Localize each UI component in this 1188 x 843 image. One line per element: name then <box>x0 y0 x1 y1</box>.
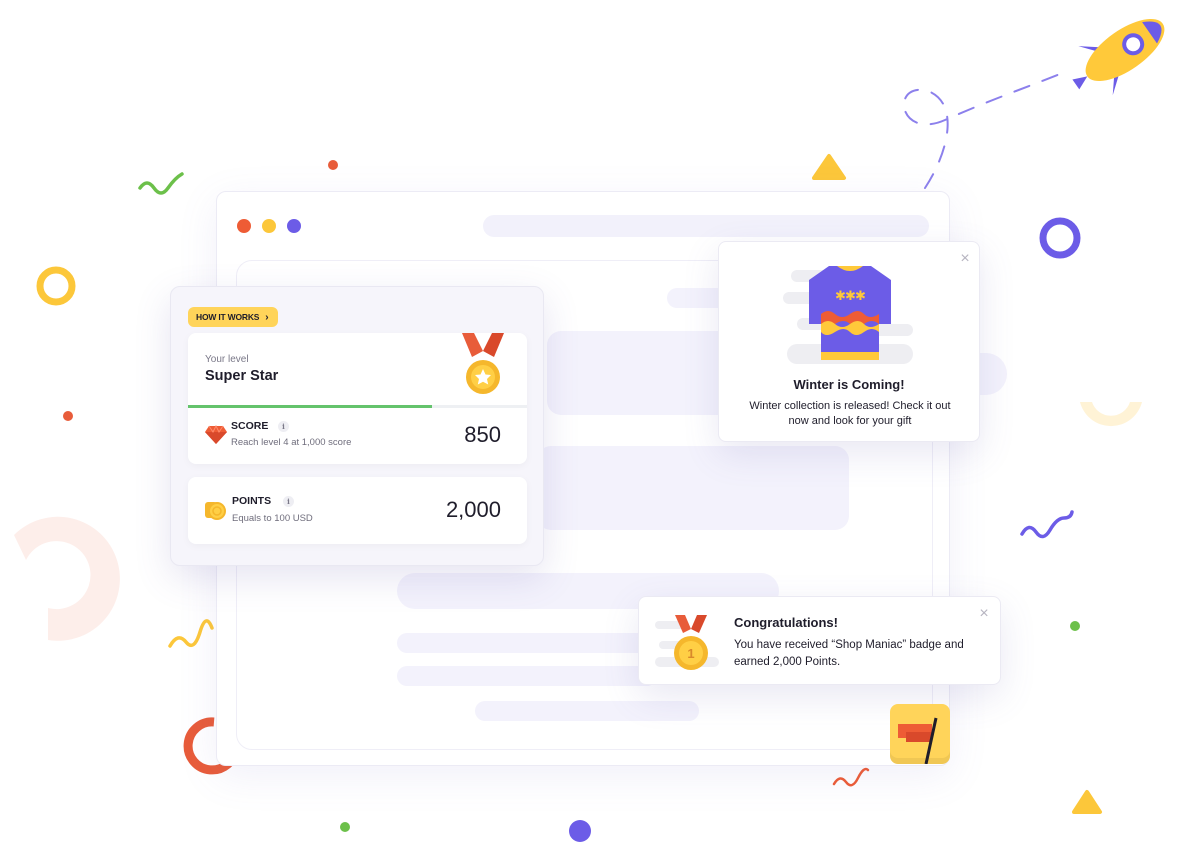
green-dot-bottom <box>340 822 350 832</box>
how-it-works-button[interactable]: HOW IT WORKS › <box>188 307 279 327</box>
chevron-right-icon: › <box>265 311 269 323</box>
winter-title: Winter is Coming! <box>793 377 905 392</box>
placeholder-block <box>475 701 699 721</box>
rocket-trail <box>902 69 1071 189</box>
winter-body: Winter collection is released! Check it … <box>749 400 951 427</box>
points-panel: POINTS i Equals to 100 USD 2,000 <box>188 477 527 544</box>
window-maximize-dot <box>287 219 301 233</box>
yellow-arc-decoration <box>1080 402 1142 427</box>
congrats-title: Congratulations! <box>734 615 838 630</box>
how-it-works-label: HOW IT WORKS <box>196 312 260 322</box>
score-value: 850 <box>464 422 501 447</box>
level-progress-fill <box>188 405 433 408</box>
medal-star-icon <box>462 333 504 394</box>
window-minimize-dot <box>262 219 276 233</box>
points-subtitle: Equals to 100 USD <box>232 513 313 524</box>
medal-first-place-icon: 1 <box>655 615 719 670</box>
winter-notification-popup: × ✱ ✱ ✱ Winter is Coming! Winter collect… <box>718 241 980 442</box>
green-dot <box>1070 621 1080 631</box>
window-close-dot <box>237 219 251 233</box>
close-icon[interactable]: × <box>958 251 972 267</box>
rocket-icon <box>1072 18 1165 96</box>
level-panel: Your level Super Star SCORE i Reach leve… <box>188 333 527 464</box>
score-info-icon[interactable]: i <box>278 421 289 432</box>
purple-ring <box>1039 217 1081 259</box>
congratulations-popup: × 1 Congratulations! You have received “… <box>638 596 1001 685</box>
level-name: Super Star <box>205 368 279 384</box>
loyalty-score-card: HOW IT WORKS › Your level Super Star SCO… <box>170 286 544 566</box>
close-icon[interactable]: × <box>977 606 991 622</box>
address-bar-placeholder <box>483 215 929 237</box>
red-dot <box>328 160 338 170</box>
red-dot-small <box>63 411 73 421</box>
purple-dot-bottom <box>569 820 591 842</box>
medal-number: 1 <box>687 646 694 661</box>
pink-arc-decoration <box>14 516 120 641</box>
score-title: SCORE <box>231 420 269 432</box>
placeholder-block <box>397 666 657 686</box>
sweater-icon: ✱ ✱ ✱ <box>783 266 913 364</box>
level-caption: Your level <box>205 354 249 365</box>
points-title: POINTS <box>232 495 272 507</box>
congrats-body: You have received “Shop Maniac” badge an… <box>734 639 964 668</box>
yellow-squiggle <box>168 619 214 648</box>
purple-squiggle <box>1020 510 1074 539</box>
points-value: 2,000 <box>445 497 501 522</box>
yellow-triangle-bottom <box>1072 790 1102 814</box>
svg-text:✱: ✱ <box>855 289 866 304</box>
red-squiggle <box>832 767 870 787</box>
placeholder-block <box>537 446 849 530</box>
yellow-ring <box>36 266 76 306</box>
yellow-triangle-top <box>812 154 846 180</box>
points-info-icon[interactable]: i <box>283 496 294 507</box>
level-progress-track <box>188 405 527 408</box>
flag-icon <box>898 717 938 765</box>
flag-badge-tile[interactable] <box>890 704 950 765</box>
diamond-icon <box>205 425 227 444</box>
green-squiggle <box>138 172 184 195</box>
coins-icon <box>205 502 226 520</box>
score-subtitle: Reach level 4 at 1,000 score <box>231 437 352 448</box>
